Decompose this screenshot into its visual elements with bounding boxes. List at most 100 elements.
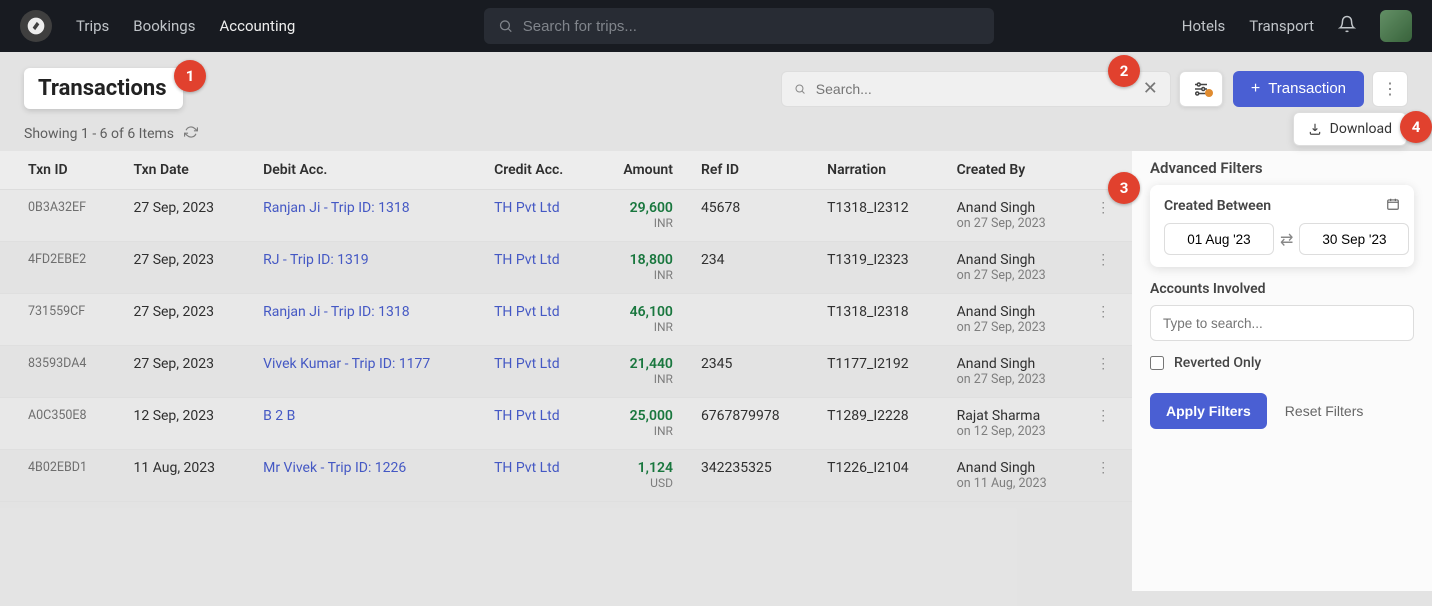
- cell-txnid: 0B3A32EF: [0, 190, 119, 242]
- cell-createdby: Anand Singhon 27 Sep, 2023: [943, 294, 1083, 346]
- nav-accounting[interactable]: Accounting: [219, 17, 295, 35]
- sort-row: Showing 1 - 6 of 6 Items Sort By: [0, 119, 1432, 151]
- cell-createdby: Rajat Sharmaon 12 Sep, 2023: [943, 398, 1083, 450]
- col-refid[interactable]: Ref ID: [687, 151, 813, 190]
- cell-refid: 234: [687, 242, 813, 294]
- cell-amount: 29,600INR: [595, 190, 687, 242]
- cell-credit[interactable]: TH Pvt Ltd: [480, 398, 595, 450]
- table-row[interactable]: 731559CF 27 Sep, 2023 Ranjan Ji - Trip I…: [0, 294, 1132, 346]
- table-row[interactable]: 4B02EBD1 11 Aug, 2023 Mr Vivek - Trip ID…: [0, 450, 1132, 502]
- download-item[interactable]: Download: [1293, 112, 1407, 146]
- table-search-input[interactable]: [816, 81, 1127, 97]
- row-more-button[interactable]: ⋮: [1082, 346, 1132, 398]
- avatar[interactable]: [1380, 10, 1412, 42]
- date-from-input[interactable]: [1164, 223, 1274, 255]
- cell-txnid: A0C350E8: [0, 398, 119, 450]
- more-menu-button[interactable]: ⋮ Download: [1372, 71, 1408, 107]
- cell-createdby: Anand Singhon 27 Sep, 2023: [943, 242, 1083, 294]
- cell-credit[interactable]: TH Pvt Ltd: [480, 450, 595, 502]
- cell-debit[interactable]: B 2 B: [249, 398, 480, 450]
- plus-icon: +: [1251, 80, 1260, 98]
- cell-createdby: Anand Singhon 27 Sep, 2023: [943, 346, 1083, 398]
- nav-trips[interactable]: Trips: [76, 17, 109, 35]
- accounts-search-input[interactable]: [1150, 305, 1414, 341]
- add-transaction-label: Transaction: [1268, 80, 1346, 97]
- reverted-only-row[interactable]: Reverted Only: [1150, 355, 1414, 371]
- refresh-icon[interactable]: [184, 125, 198, 143]
- close-icon[interactable]: ✕: [1143, 78, 1158, 99]
- table-row[interactable]: 4FD2EBE2 27 Sep, 2023 RJ - Trip ID: 1319…: [0, 242, 1132, 294]
- reverted-only-checkbox[interactable]: [1150, 356, 1164, 370]
- cell-debit[interactable]: Vivek Kumar - Trip ID: 1177: [249, 346, 480, 398]
- app-logo[interactable]: [20, 10, 52, 42]
- cell-narration: T1289_I2228: [813, 398, 942, 450]
- swap-icon: ⇄: [1280, 230, 1293, 249]
- callout-1: 1: [174, 60, 206, 92]
- callout-2: 2: [1108, 55, 1140, 87]
- cell-refid: 6767879978: [687, 398, 813, 450]
- row-more-button[interactable]: ⋮: [1082, 450, 1132, 502]
- row-more-button[interactable]: ⋮: [1082, 242, 1132, 294]
- advanced-filters-panel: Advanced Filters Created Between ⇄ Accou…: [1132, 151, 1432, 591]
- col-createdby[interactable]: Created By: [943, 151, 1083, 190]
- cell-amount: 18,800INR: [595, 242, 687, 294]
- cell-createdby: Anand Singhon 11 Aug, 2023: [943, 450, 1083, 502]
- cell-refid: [687, 294, 813, 346]
- cell-debit[interactable]: Ranjan Ji - Trip ID: 1318: [249, 294, 480, 346]
- cell-credit[interactable]: TH Pvt Ltd: [480, 190, 595, 242]
- page-header: Transactions ✕ + Transaction ⋮ Download: [0, 52, 1432, 119]
- cell-amount: 25,000INR: [595, 398, 687, 450]
- page-title-box: Transactions: [24, 68, 183, 109]
- global-search[interactable]: [484, 8, 994, 44]
- filter-active-dot-icon: [1205, 89, 1213, 97]
- col-amount[interactable]: Amount: [595, 151, 687, 190]
- table-row[interactable]: 0B3A32EF 27 Sep, 2023 Ranjan Ji - Trip I…: [0, 190, 1132, 242]
- download-label: Download: [1330, 121, 1392, 137]
- cell-date: 27 Sep, 2023: [119, 242, 249, 294]
- cell-credit[interactable]: TH Pvt Ltd: [480, 242, 595, 294]
- bell-icon[interactable]: [1338, 15, 1356, 37]
- col-narration[interactable]: Narration: [813, 151, 942, 190]
- col-txnid[interactable]: Txn ID: [0, 151, 119, 190]
- date-to-input[interactable]: [1299, 223, 1409, 255]
- cell-credit[interactable]: TH Pvt Ltd: [480, 294, 595, 346]
- nav-hotels[interactable]: Hotels: [1182, 17, 1226, 35]
- callout-4: 4: [1400, 111, 1432, 143]
- cell-txnid: 83593DA4: [0, 346, 119, 398]
- cell-debit[interactable]: Mr Vivek - Trip ID: 1226: [249, 450, 480, 502]
- add-transaction-button[interactable]: + Transaction: [1233, 71, 1364, 107]
- calendar-icon[interactable]: [1386, 197, 1400, 215]
- callout-3: 3: [1108, 172, 1140, 204]
- nav-bookings[interactable]: Bookings: [133, 17, 195, 35]
- created-between-section: Created Between ⇄: [1150, 185, 1414, 267]
- col-txndate[interactable]: Txn Date: [119, 151, 249, 190]
- cell-refid: 45678: [687, 190, 813, 242]
- filter-toggle-button[interactable]: [1179, 71, 1223, 107]
- table-row[interactable]: A0C350E8 12 Sep, 2023 B 2 B TH Pvt Ltd 2…: [0, 398, 1132, 450]
- nav-transport[interactable]: Transport: [1249, 17, 1314, 35]
- row-more-button[interactable]: ⋮: [1082, 294, 1132, 346]
- global-search-input[interactable]: [523, 18, 980, 35]
- table-row[interactable]: 83593DA4 27 Sep, 2023 Vivek Kumar - Trip…: [0, 346, 1132, 398]
- cell-amount: 46,100INR: [595, 294, 687, 346]
- cell-narration: T1226_I2104: [813, 450, 942, 502]
- cell-amount: 21,440INR: [595, 346, 687, 398]
- cell-refid: 2345: [687, 346, 813, 398]
- top-nav: Trips Bookings Accounting Hotels Transpo…: [0, 0, 1432, 52]
- cell-debit[interactable]: RJ - Trip ID: 1319: [249, 242, 480, 294]
- cell-date: 12 Sep, 2023: [119, 398, 249, 450]
- apply-filters-button[interactable]: Apply Filters: [1150, 393, 1267, 429]
- created-between-label: Created Between: [1164, 198, 1271, 214]
- cell-debit[interactable]: Ranjan Ji - Trip ID: 1318: [249, 190, 480, 242]
- transactions-table-wrap: Txn ID Txn Date Debit Acc. Credit Acc. A…: [0, 151, 1132, 502]
- row-more-button[interactable]: ⋮: [1082, 398, 1132, 450]
- cell-narration: T1319_I2323: [813, 242, 942, 294]
- cell-date: 27 Sep, 2023: [119, 190, 249, 242]
- cell-refid: 342235325: [687, 450, 813, 502]
- reset-filters-button[interactable]: Reset Filters: [1285, 403, 1364, 419]
- col-credit[interactable]: Credit Acc.: [480, 151, 595, 190]
- cell-credit[interactable]: TH Pvt Ltd: [480, 346, 595, 398]
- cell-amount: 1,124USD: [595, 450, 687, 502]
- cell-narration: T1318_I2312: [813, 190, 942, 242]
- col-debit[interactable]: Debit Acc.: [249, 151, 480, 190]
